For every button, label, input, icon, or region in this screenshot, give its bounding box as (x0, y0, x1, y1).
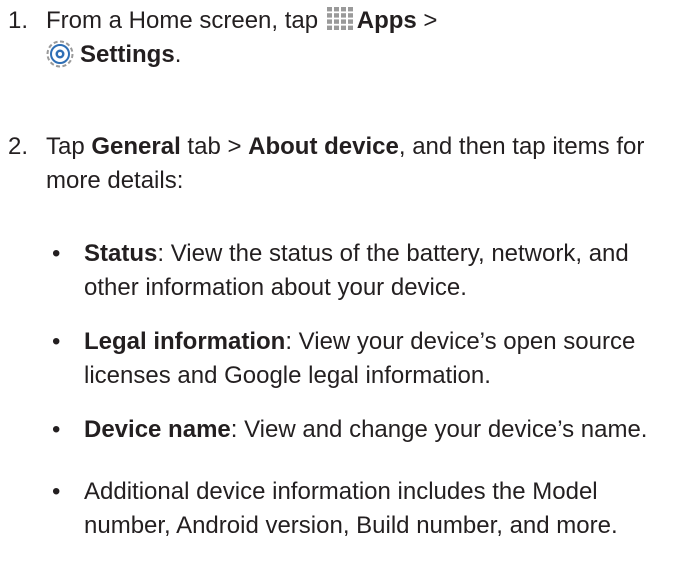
apps-grid-cell (347, 13, 353, 18)
bullet-text: Additional device information includes t… (84, 478, 618, 539)
step-1: 1. From a Home screen, tap Apps > Settin… (0, 4, 681, 76)
apps-label: Apps (356, 7, 417, 34)
bullet-text: Legal information: View your device’s op… (84, 325, 681, 393)
apps-grid-cell (340, 19, 346, 24)
step-1-intro: From a Home screen, tap (46, 7, 325, 34)
apps-grid-cell (347, 25, 353, 30)
apps-grid-cell (326, 7, 332, 12)
apps-grid-cell (333, 25, 339, 30)
general-tab-label: General (91, 133, 181, 160)
step-number: 1. (8, 7, 29, 34)
apps-grid-cell (347, 7, 353, 12)
step-1-arrow: > (416, 7, 438, 34)
bullet-text: Device name: View and change your device… (84, 413, 681, 447)
apps-grid-cell (333, 13, 339, 18)
step-2-mid: tab > (180, 133, 249, 160)
bullet-text: Status: View the status of the battery, … (84, 237, 681, 305)
page: { "steps": [ { "number": "1.", "t1": "Fr… (0, 0, 681, 565)
bullet-desc: : View and change your device’s name. (230, 416, 648, 443)
apps-grid-cell (326, 19, 332, 24)
apps-grid-cell (333, 7, 339, 12)
bullet-dot: • (52, 478, 61, 505)
settings-gear-icon (46, 40, 74, 68)
apps-grid-icon (326, 7, 353, 30)
settings-label: Settings (80, 41, 175, 68)
step-1-end: . (174, 41, 182, 68)
apps-grid-cell (340, 13, 346, 18)
bullet-term: Status (84, 240, 158, 267)
step-2-text: Tap General tab > About device, and then… (46, 130, 676, 198)
bullet-dot: • (52, 328, 61, 355)
bullet-term: Legal information (84, 328, 286, 355)
bullet-device-name: • Device name: View and change your devi… (46, 413, 676, 481)
apps-grid-cell (340, 25, 346, 30)
step-2-intro: Tap (46, 133, 92, 160)
bullet-additional-info: • Additional device information includes… (46, 475, 676, 577)
apps-grid-cell (347, 19, 353, 24)
step-2: 2. Tap General tab > About device, and t… (0, 130, 681, 202)
step-1-text: From a Home screen, tap Apps > Settings. (46, 4, 676, 72)
bullet-legal-information: • Legal information: View your device’s … (46, 325, 676, 393)
step-number: 2. (8, 133, 29, 160)
bullet-dot: • (52, 416, 61, 443)
apps-grid-cell (333, 19, 339, 24)
bullet-desc: : View the status of the battery, networ… (84, 240, 629, 301)
bullet-status: • Status: View the status of the battery… (46, 237, 676, 305)
apps-grid-cell (326, 13, 332, 18)
bullet-dot: • (52, 240, 61, 267)
apps-grid-cell (326, 25, 332, 30)
bullet-term: Device name (84, 416, 231, 443)
apps-grid-cell (340, 7, 346, 12)
about-device-label: About device (248, 133, 399, 160)
